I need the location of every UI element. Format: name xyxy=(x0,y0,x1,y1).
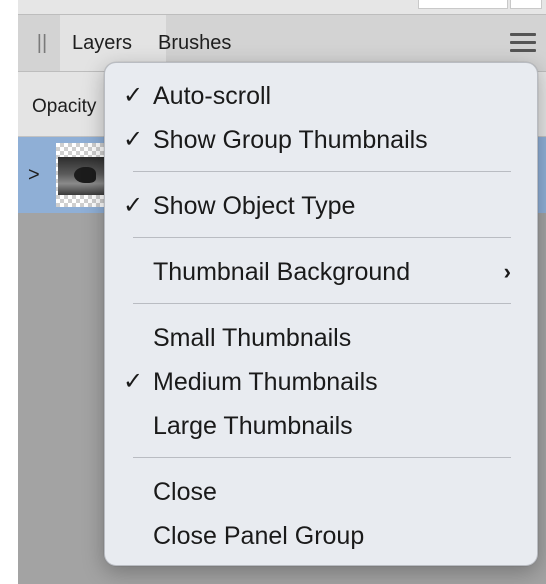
opacity-label: Opacity xyxy=(32,96,97,117)
panel-menu-icon[interactable] xyxy=(510,33,536,53)
menu-item-label: Thumbnail Background xyxy=(153,258,411,286)
menu-item-medium-thumbnails[interactable]: ✓ Medium Thumbnails xyxy=(105,362,537,402)
panel-context-menu: ✓ Auto-scroll ✓ Show Group Thumbnails ✓ … xyxy=(104,62,538,566)
checkmark-icon: ✓ xyxy=(122,368,144,395)
expand-chevron-icon[interactable]: > xyxy=(28,137,40,213)
menu-item-large-thumbnails[interactable]: Large Thumbnails xyxy=(105,406,537,446)
layer-thumbnail xyxy=(56,143,110,207)
menu-item-show-group-thumbnails[interactable]: ✓ Show Group Thumbnails xyxy=(105,120,537,160)
menu-separator xyxy=(133,457,511,458)
menu-item-show-object-type[interactable]: ✓ Show Object Type xyxy=(105,186,537,226)
checkmark-icon: ✓ xyxy=(122,126,144,153)
menu-item-label: Close xyxy=(153,478,217,506)
menu-separator xyxy=(133,171,511,172)
menu-item-label: Show Group Thumbnails xyxy=(153,126,428,154)
toolbar-field-small[interactable] xyxy=(510,0,542,9)
menu-item-label: Large Thumbnails xyxy=(153,412,353,440)
menu-item-close[interactable]: Close xyxy=(105,472,537,512)
checkmark-icon: ✓ xyxy=(122,82,144,109)
menu-item-thumbnail-background[interactable]: Thumbnail Background › xyxy=(105,252,537,292)
menu-separator xyxy=(133,237,511,238)
top-toolbar-strip xyxy=(18,0,546,15)
menu-item-auto-scroll[interactable]: ✓ Auto-scroll xyxy=(105,76,537,116)
drag-grip-icon[interactable]: || xyxy=(24,15,60,71)
menu-item-label: Close Panel Group xyxy=(153,522,365,550)
submenu-chevron-icon: › xyxy=(503,259,511,284)
menu-item-small-thumbnails[interactable]: Small Thumbnails xyxy=(105,318,537,358)
checkmark-icon: ✓ xyxy=(122,192,144,219)
window-edge xyxy=(0,0,18,584)
menu-item-close-panel-group[interactable]: Close Panel Group xyxy=(105,516,537,556)
menu-item-label: Auto-scroll xyxy=(153,82,272,110)
toolbar-field[interactable] xyxy=(418,0,508,9)
menu-separator xyxy=(133,303,511,304)
menu-item-label: Show Object Type xyxy=(153,192,356,220)
menu-item-label: Small Thumbnails xyxy=(153,324,352,352)
menu-item-label: Medium Thumbnails xyxy=(153,368,378,396)
